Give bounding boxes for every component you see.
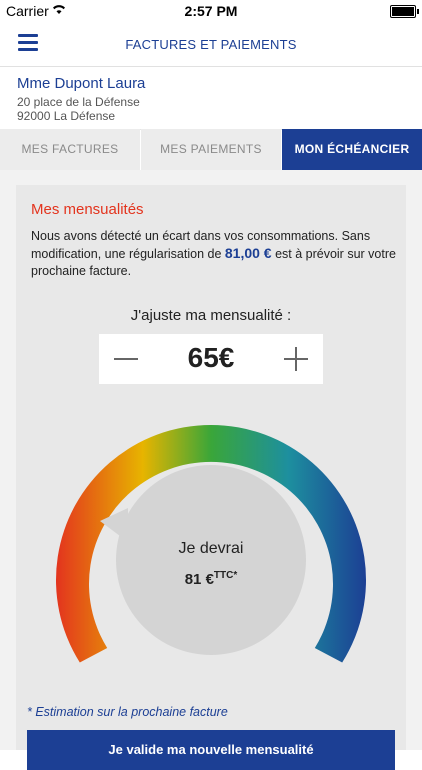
- mensualite-stepper: 65€: [99, 334, 323, 384]
- client-info: Mme Dupont Laura 20 place de la Défense …: [0, 67, 422, 130]
- validate-mensualite-button[interactable]: Je valide ma nouvelle mensualité: [27, 730, 395, 770]
- nav-bar: FACTURES ET PAIEMENTS: [0, 22, 422, 67]
- stepper-label: J'ajuste ma mensualité :: [130, 307, 292, 324]
- gauge-amount: 81 €TTC*: [0, 570, 422, 588]
- status-bar: Carrier 2:57 PM: [0, 0, 422, 22]
- clock: 2:57 PM: [184, 3, 238, 19]
- plus-icon[interactable]: [281, 344, 311, 374]
- regularisation-amount: 81,00 €: [224, 245, 272, 261]
- tab-bar: MES FACTURES MES PAIEMENTS MON ÉCHÉANCIE…: [0, 129, 422, 170]
- footnote: * Estimation sur la prochaine facture: [27, 705, 228, 719]
- client-address-line2: 92000 La Défense: [17, 109, 116, 123]
- client-name: Mme Dupont Laura: [17, 75, 146, 92]
- regularisation-message: Nous avons détecté un écart dans vos con…: [31, 228, 401, 280]
- gauge-amount-suffix: TTC*: [213, 570, 238, 581]
- tab-mes-paiements[interactable]: MES PAIEMENTS: [141, 129, 281, 170]
- tab-mon-echeancier[interactable]: MON ÉCHÉANCIER: [282, 129, 422, 170]
- client-address-line1: 20 place de la Défense: [17, 95, 140, 109]
- battery-icon: [390, 5, 419, 18]
- tab-mes-factures[interactable]: MES FACTURES: [0, 129, 140, 170]
- page-title: FACTURES ET PAIEMENTS: [125, 37, 297, 52]
- gauge-title: Je devrai: [178, 540, 244, 557]
- section-title: Mes mensualités: [31, 201, 144, 218]
- gauge-amount-value: 81 €: [184, 571, 214, 588]
- gauge-bubble: [116, 465, 306, 655]
